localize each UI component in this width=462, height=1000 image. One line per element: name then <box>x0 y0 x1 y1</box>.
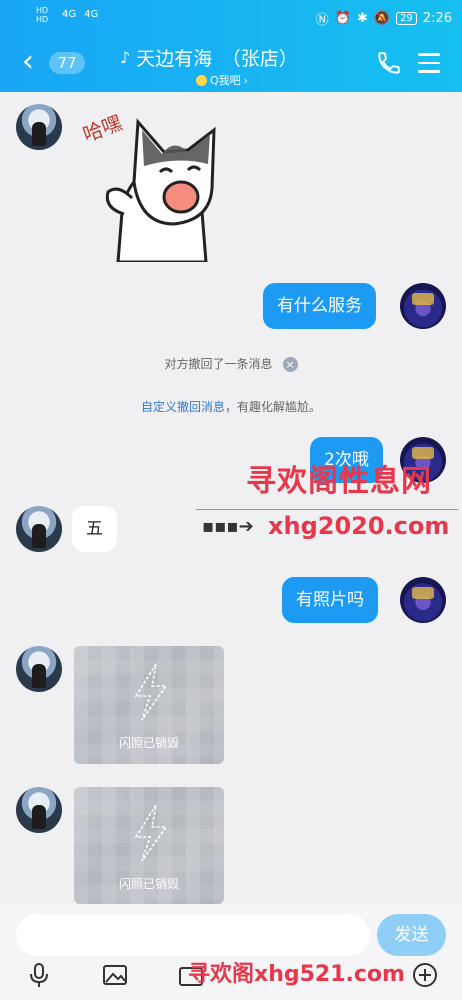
menu-icon[interactable] <box>418 53 440 73</box>
avatar[interactable] <box>16 506 62 552</box>
lightning-icon <box>134 804 168 862</box>
close-icon[interactable]: × <box>282 357 298 372</box>
lightning-icon <box>134 663 168 721</box>
recall-tip: 自定义撤回消息，有趣化解尴尬。 <box>0 398 462 415</box>
mute-icon: 🔕 <box>373 11 391 26</box>
alarm-icon: ⏰ <box>334 11 351 26</box>
avatar[interactable] <box>16 104 62 150</box>
mic-icon[interactable] <box>26 962 52 988</box>
flash-photo[interactable]: 闪照已销毁 <box>74 646 224 764</box>
status-bar: HD HD 4G 4G Ⓝ ⏰ ✱ 🔕 29 2:26 <box>0 0 462 34</box>
flash-destroyed-label: 闪照已销毁 <box>118 736 179 750</box>
unread-count-badge[interactable]: 77 <box>49 52 85 74</box>
status-right: Ⓝ ⏰ ✱ 🔕 29 2:26 <box>316 9 452 28</box>
plus-icon[interactable] <box>412 962 438 988</box>
notice-text: 对方撤回了一条消息 <box>164 357 273 371</box>
watermark-bottom: 寻欢阁xhg521.com <box>188 962 405 987</box>
message-bubble-in[interactable]: 五 <box>72 506 117 552</box>
watermark-text: 寻欢阁性息网 <box>246 464 432 499</box>
signal-icon: 4G <box>62 9 77 20</box>
sticker-caption: 哈嘿 <box>80 112 126 147</box>
avatar[interactable] <box>400 577 446 623</box>
chat-title-area[interactable]: ♪ 天边有海 （张店） Q我吧 › <box>120 44 320 88</box>
tip-text: ，有趣化解尴尬。 <box>225 400 322 414</box>
flash-photo[interactable]: 闪照已销毁 <box>74 787 224 904</box>
phone-icon[interactable] <box>376 50 402 76</box>
subtitle: Q我吧 <box>210 74 241 87</box>
avatar[interactable] <box>16 787 62 833</box>
chevron-right-icon: › <box>243 73 249 87</box>
hd-indicator: HD HD <box>36 6 49 24</box>
chat-header: HD HD 4G 4G Ⓝ ⏰ ✱ 🔕 29 2:26 ‹ 77 ♪ 天边有海 … <box>0 0 462 92</box>
clock: 2:26 <box>422 11 452 26</box>
arrow-icon: ▪▪▪➔ <box>202 516 254 537</box>
signal-indicators: 4G 4G <box>62 9 98 20</box>
image-icon[interactable] <box>102 962 128 988</box>
message-bubble-out[interactable]: 有什么服务 <box>263 283 376 329</box>
avatar[interactable] <box>400 283 446 329</box>
dog-sticker[interactable]: 哈嘿 <box>78 112 238 262</box>
bluetooth-icon: ✱ <box>356 11 368 26</box>
chevron-left-icon[interactable]: ‹ <box>22 47 42 77</box>
flash-destroyed-label: 闪照已销毁 <box>118 877 179 891</box>
watermark-ruler <box>196 509 458 510</box>
page-title: 天边有海 （张店） <box>136 48 298 70</box>
message-input[interactable] <box>16 914 370 956</box>
ear-icon: ♪ <box>120 48 131 67</box>
message-bubble-out[interactable]: 有照片吗 <box>282 577 378 623</box>
battery-icon: 29 <box>396 12 417 25</box>
send-button[interactable]: 发送 <box>377 914 446 956</box>
nfc-icon: Ⓝ <box>315 13 329 28</box>
avatar[interactable] <box>16 646 62 692</box>
watermark-url: xhg2020.com <box>268 512 450 540</box>
custom-recall-link[interactable]: 自定义撤回消息 <box>141 400 225 414</box>
smile-icon <box>196 74 207 86</box>
recall-notice: 对方撤回了一条消息 × <box>0 355 462 372</box>
signal-icon: 4G <box>84 9 99 20</box>
